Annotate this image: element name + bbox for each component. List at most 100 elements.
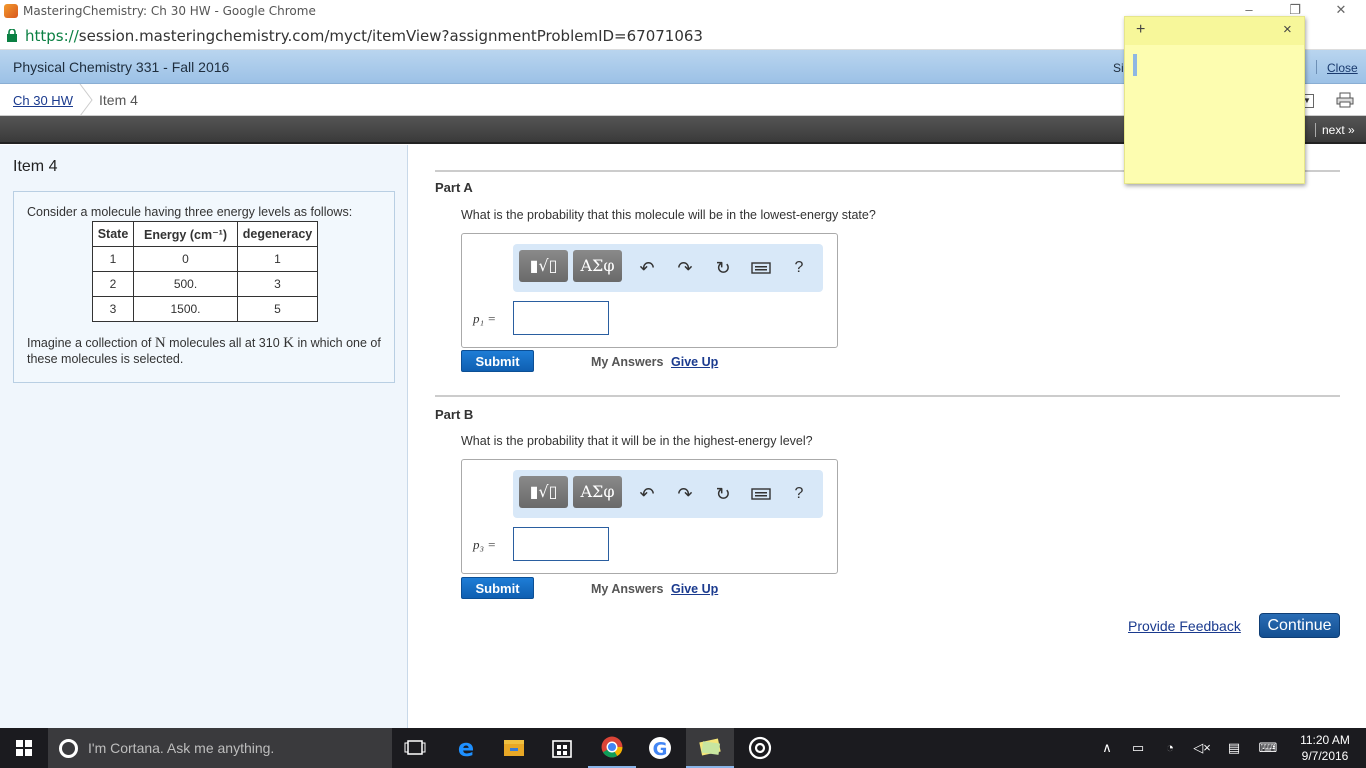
- wifi-icon[interactable]: ◔: [1160, 740, 1180, 755]
- outro-text: Imagine a collection of: [27, 336, 155, 350]
- file-explorer-icon[interactable]: [490, 728, 538, 768]
- keyboard-icon[interactable]: [751, 484, 771, 504]
- table-cell: 500.: [133, 271, 238, 297]
- store-icon[interactable]: [538, 728, 586, 768]
- url-scheme: https://: [25, 27, 79, 45]
- sticky-note[interactable]: + ×: [1124, 16, 1305, 184]
- reset-icon[interactable]: ↻: [713, 258, 733, 278]
- help-icon[interactable]: ?: [789, 484, 809, 504]
- greek-symbols-button[interactable]: ΑΣφ: [573, 250, 622, 282]
- continue-button[interactable]: Continue: [1259, 613, 1340, 638]
- table-cell: 1: [237, 246, 318, 272]
- cortana-placeholder: I'm Cortana. Ask me anything.: [88, 740, 275, 756]
- add-note-icon[interactable]: +: [1136, 21, 1145, 39]
- taskbar: I'm Cortana. Ask me anything. e G ∧ ▭ ◔ …: [0, 728, 1366, 768]
- sticky-note-header: [1125, 17, 1304, 45]
- template-button[interactable]: ▮√▯: [519, 476, 568, 508]
- variable-symbol: p₁: [473, 311, 485, 326]
- divider: [1316, 60, 1317, 74]
- svg-text:e: e: [458, 734, 474, 762]
- greek-symbols-button[interactable]: ΑΣφ: [573, 476, 622, 508]
- problem-outro: Imagine a collection of N molecules all …: [27, 335, 387, 367]
- table-cell: 2: [92, 271, 134, 297]
- equation-toolbar: ▮√▯ ΑΣφ ↶ ↷ ↻ ?: [513, 244, 823, 292]
- table-header: Energy (cm⁻¹): [133, 221, 238, 247]
- table-header: degeneracy: [237, 221, 318, 247]
- submit-button[interactable]: Submit: [461, 350, 534, 372]
- symbol-k: K: [283, 335, 294, 351]
- windows-start-icon[interactable]: [0, 728, 48, 768]
- part-a-question: What is the probability that this molecu…: [461, 208, 876, 222]
- part-b-answer-box: ▮√▯ ΑΣφ ↶ ↷ ↻ ? p₃ =: [461, 459, 838, 574]
- my-answers-label: My Answers: [591, 355, 664, 369]
- answer-input[interactable]: [513, 527, 609, 561]
- table-cell: 1500.: [133, 296, 238, 322]
- part-a-answer-box: ▮√▯ ΑΣφ ↶ ↷ ↻ ? p₁ =: [461, 233, 838, 348]
- cortana-icon: [59, 739, 78, 758]
- google-icon[interactable]: G: [636, 728, 684, 768]
- help-icon[interactable]: ?: [789, 258, 809, 278]
- problem-intro: Consider a molecule having three energy …: [27, 205, 353, 219]
- energy-table: State Energy (cm⁻¹) degeneracy 1 0 1 2 5…: [92, 221, 318, 322]
- battery-icon[interactable]: ▭: [1128, 740, 1148, 756]
- sticky-notes-icon[interactable]: [686, 728, 734, 768]
- part-b-question: What is the probability that it will be …: [461, 434, 813, 448]
- lock-icon: [7, 29, 17, 42]
- variable-label: p₁ =: [473, 311, 496, 327]
- close-note-icon[interactable]: ×: [1283, 21, 1292, 38]
- my-answers-label: My Answers: [591, 582, 664, 596]
- close-window-icon[interactable]: ✕: [1330, 2, 1352, 18]
- cortana-search-box[interactable]: I'm Cortana. Ask me anything.: [48, 728, 392, 768]
- give-up-link[interactable]: Give Up: [671, 355, 718, 369]
- svg-text:G: G: [653, 739, 668, 760]
- touch-keyboard-icon[interactable]: ⌨: [1258, 740, 1278, 756]
- outro-text: molecules all at 310: [165, 336, 284, 350]
- next-link[interactable]: next »: [1315, 123, 1355, 137]
- table-header: State: [92, 221, 134, 247]
- table-row: 1 0 1: [92, 246, 318, 272]
- url-text[interactable]: https://session.masteringchemistry.com/m…: [25, 27, 703, 45]
- clock-date: 9/7/2016: [1301, 749, 1349, 763]
- divider: [435, 395, 1340, 397]
- mastering-logo-icon: [4, 4, 18, 18]
- undo-icon[interactable]: ↶: [637, 258, 657, 278]
- task-view-icon[interactable]: [392, 728, 440, 768]
- table-row: 2 500. 3: [92, 271, 318, 297]
- printer-icon[interactable]: [1336, 92, 1354, 108]
- window-title: MasteringChemistry: Ch 30 HW - Google Ch…: [23, 4, 316, 18]
- part-a-title: Part A: [435, 180, 473, 195]
- breadcrumb-current: Item 4: [99, 92, 138, 108]
- give-up-link[interactable]: Give Up: [671, 582, 718, 596]
- equation-toolbar: ▮√▯ ΑΣφ ↶ ↷ ↻ ?: [513, 470, 823, 518]
- redo-icon[interactable]: ↷: [675, 258, 695, 278]
- text-cursor: [1133, 54, 1137, 76]
- equals-sign: =: [487, 311, 497, 326]
- close-link[interactable]: Close: [1327, 61, 1358, 75]
- system-clock[interactable]: 11:20 AM 9/7/2016: [1288, 732, 1362, 764]
- table-cell: 1: [92, 246, 134, 272]
- reset-icon[interactable]: ↻: [713, 484, 733, 504]
- breadcrumb-separator-icon: [79, 84, 93, 116]
- table-row: 3 1500. 5: [92, 296, 318, 322]
- template-button[interactable]: ▮√▯: [519, 250, 568, 282]
- table-cell: 3: [237, 271, 318, 297]
- table-header-row: State Energy (cm⁻¹) degeneracy: [92, 221, 318, 247]
- chrome-icon[interactable]: [588, 728, 636, 768]
- breadcrumb-chapter-link[interactable]: Ch 30 HW: [13, 93, 73, 108]
- undo-icon[interactable]: ↶: [637, 484, 657, 504]
- media-app-icon[interactable]: [736, 728, 784, 768]
- variable-label: p₃ =: [473, 537, 496, 553]
- answer-input[interactable]: [513, 301, 609, 335]
- redo-icon[interactable]: ↷: [675, 484, 695, 504]
- problem-panel: Item 4 Consider a molecule having three …: [0, 145, 408, 728]
- provide-feedback-link[interactable]: Provide Feedback: [1128, 618, 1241, 634]
- edge-browser-icon[interactable]: e: [442, 728, 490, 768]
- action-center-icon[interactable]: ▤: [1224, 740, 1244, 756]
- keyboard-icon[interactable]: [751, 258, 771, 278]
- show-hidden-icons-icon[interactable]: ∧: [1097, 740, 1117, 756]
- submit-button[interactable]: Submit: [461, 577, 534, 599]
- sign-out-link[interactable]: Si: [1113, 61, 1124, 75]
- volume-muted-icon[interactable]: ◁×: [1192, 740, 1212, 756]
- table-cell: 5: [237, 296, 318, 322]
- minimize-icon[interactable]: –: [1238, 2, 1260, 17]
